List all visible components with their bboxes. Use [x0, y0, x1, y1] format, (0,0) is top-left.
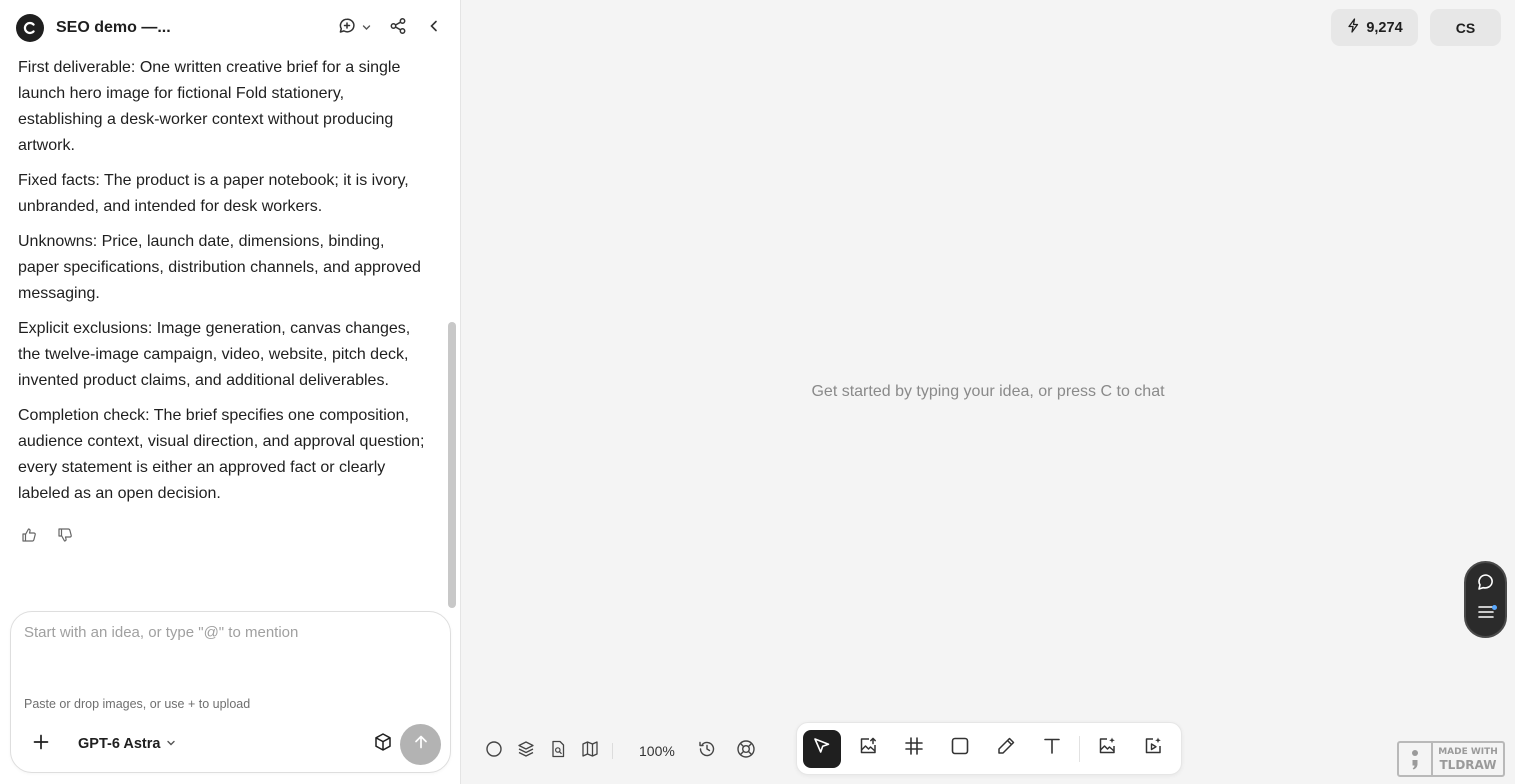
feedback-row	[18, 527, 426, 548]
message-list: First deliverable: One written creative …	[0, 56, 444, 606]
share-icon	[389, 17, 407, 40]
upload-hint: Paste or drop images, or use + to upload	[24, 697, 251, 711]
chevron-down-icon	[362, 19, 371, 37]
file-search-icon	[549, 740, 567, 763]
zoom-level[interactable]: 100%	[639, 743, 675, 759]
project-title[interactable]: SEO demo —...	[56, 19, 171, 37]
chat-input[interactable]	[24, 624, 434, 684]
avatar-initials: CS	[1455, 19, 1476, 36]
thumbs-down-button[interactable]	[56, 527, 74, 548]
notification-dot	[1491, 604, 1497, 610]
thumbs-down-icon	[57, 527, 73, 548]
history-button[interactable]	[697, 741, 717, 761]
thumbs-up-icon	[21, 527, 37, 548]
thumbs-up-button[interactable]	[20, 527, 38, 548]
message-scrollbar[interactable]	[444, 56, 460, 608]
plus-icon	[33, 734, 49, 755]
upload-button[interactable]	[29, 732, 53, 756]
share-button[interactable]	[386, 14, 410, 42]
layers-button[interactable]	[516, 740, 536, 763]
assistant-message-paragraph: Unknowns: Price, launch date, dimensions…	[18, 233, 421, 302]
tldraw-line-2: TLDRAW	[1439, 758, 1497, 772]
model-name: GPT-6 Astra	[78, 736, 161, 752]
generate-video-tool[interactable]	[1134, 730, 1172, 768]
assistant-message-paragraph: Completion check: The brief specifies on…	[18, 407, 425, 502]
chat-composer: Paste or drop images, or use + to upload…	[10, 611, 451, 773]
square-icon	[950, 736, 970, 761]
pencil-icon	[996, 736, 1016, 761]
video-sparkle-icon	[1143, 736, 1163, 761]
cube-icon	[373, 732, 393, 757]
collapse-panel-button[interactable]	[424, 14, 444, 42]
lightning-icon	[1346, 18, 1361, 37]
image-upload-icon	[858, 736, 878, 761]
select-tool[interactable]	[803, 729, 841, 768]
assistant-message-paragraph: First deliverable: One written creative …	[18, 59, 401, 154]
text-icon	[1042, 736, 1062, 761]
cursor-icon	[812, 736, 832, 761]
image-upload-tool[interactable]	[849, 730, 887, 768]
chevron-down-icon	[166, 736, 176, 752]
assistant-message-paragraph: Explicit exclusions: Image generation, c…	[18, 320, 411, 389]
credits-badge[interactable]: 9,274	[1331, 9, 1418, 46]
made-with-tldraw-badge[interactable]: MADE WITH TLDRAW	[1397, 741, 1505, 777]
canvas[interactable]: 9,274 CS Get started by typing your idea…	[461, 0, 1515, 784]
tldraw-logo-icon	[1399, 743, 1433, 775]
model-selector[interactable]: GPT-6 Astra	[78, 733, 176, 755]
shape-circle-button[interactable]	[484, 740, 504, 763]
arrow-up-icon	[413, 734, 429, 755]
open-chat-button[interactable]	[1474, 572, 1498, 596]
divider	[612, 743, 613, 759]
frame-tool[interactable]	[895, 730, 933, 768]
new-chat-button[interactable]	[334, 14, 374, 42]
assistant-message-paragraph: Fixed facts: The product is a paper note…	[18, 172, 409, 215]
speech-bubble-icon	[1476, 572, 1496, 597]
canvas-empty-hint: Get started by typing your idea, or pres…	[811, 383, 1165, 400]
layers-icon	[517, 740, 535, 763]
image-sparkle-icon	[1097, 736, 1117, 761]
document-search-button[interactable]	[548, 740, 568, 763]
tools-button[interactable]	[371, 732, 395, 756]
menu-button[interactable]	[1474, 603, 1498, 627]
chat-dock	[1464, 561, 1507, 638]
chevron-left-icon	[427, 19, 441, 38]
app-logo-icon[interactable]	[16, 14, 44, 42]
lifebuoy-icon	[736, 739, 756, 764]
text-tool[interactable]	[1033, 730, 1071, 768]
chat-plus-icon	[338, 17, 356, 40]
credits-count: 9,274	[1366, 19, 1403, 36]
tldraw-text: MADE WITH TLDRAW	[1433, 746, 1503, 772]
help-button[interactable]	[736, 739, 756, 764]
canvas-controls: 100%	[484, 738, 768, 764]
send-button[interactable]	[400, 724, 441, 765]
chat-panel: SEO demo —... First deliverable: One wri…	[0, 0, 461, 784]
scrollbar-thumb[interactable]	[448, 322, 456, 608]
map-icon	[581, 740, 599, 763]
tool-bar	[796, 722, 1182, 775]
toolbar-divider	[1079, 735, 1080, 762]
rectangle-tool[interactable]	[941, 730, 979, 768]
circle-icon	[485, 740, 503, 763]
generate-image-tool[interactable]	[1088, 730, 1126, 768]
history-icon	[698, 740, 716, 763]
chat-header: SEO demo —...	[0, 0, 460, 56]
user-avatar[interactable]: CS	[1430, 9, 1501, 46]
map-button[interactable]	[580, 740, 600, 763]
pen-tool[interactable]	[987, 730, 1025, 768]
hash-frame-icon	[904, 736, 924, 761]
